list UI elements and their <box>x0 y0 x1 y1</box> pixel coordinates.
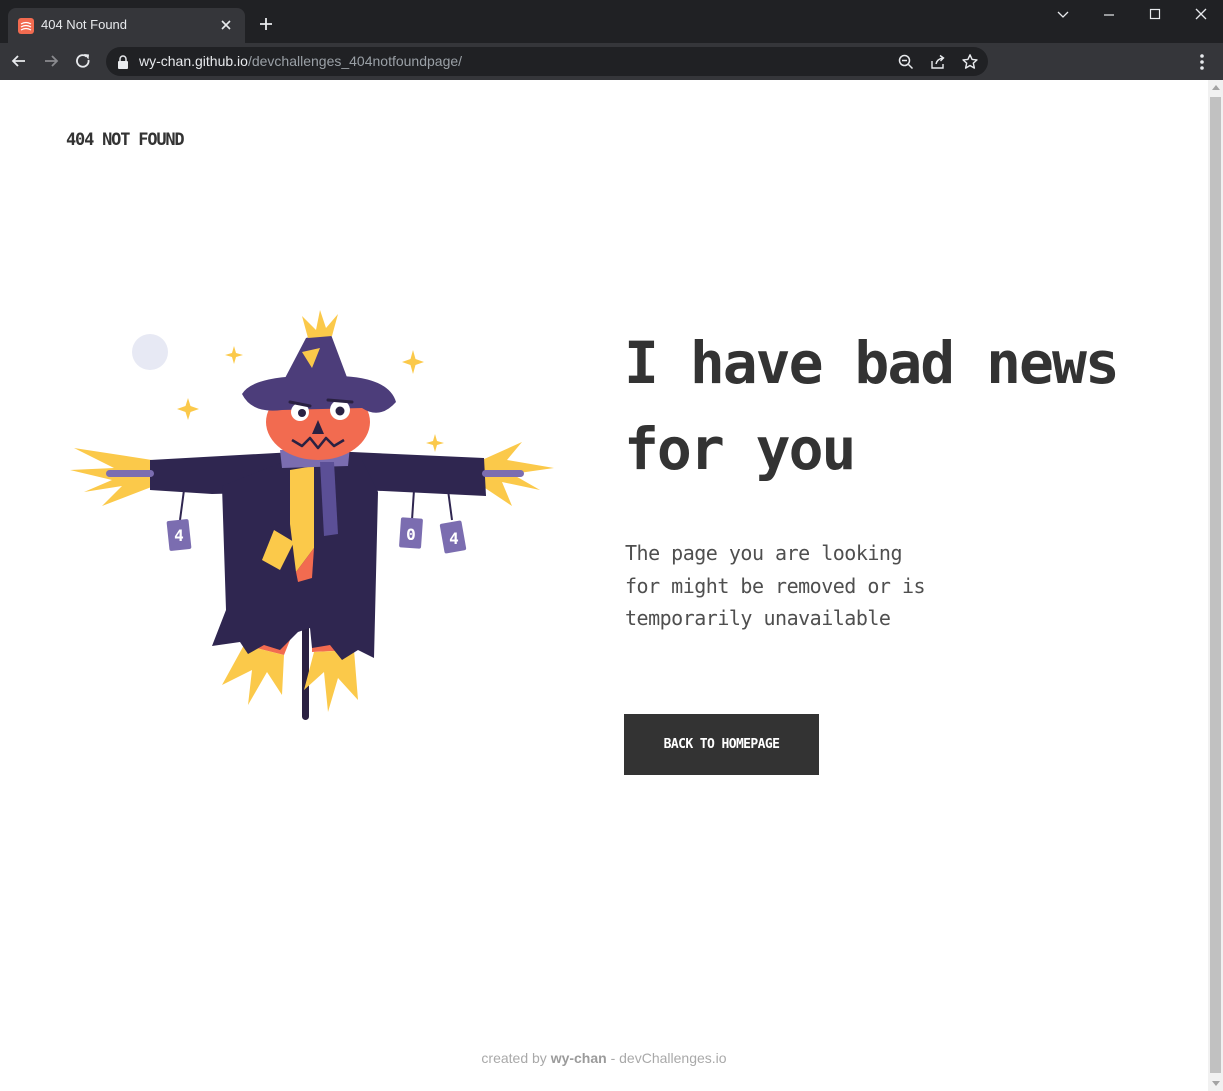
footer-prefix: created by <box>481 1050 547 1066</box>
close-window-button[interactable] <box>1178 0 1223 30</box>
tag-3: 4 <box>439 520 467 554</box>
share-icon[interactable] <box>929 53 947 71</box>
vertical-scrollbar[interactable] <box>1208 80 1223 1091</box>
minimize-button[interactable] <box>1086 0 1132 30</box>
page-title: I have bad news for you <box>624 320 1184 492</box>
address-bar[interactable]: wy-chan.github.io/devchallenges_404notfo… <box>106 47 988 76</box>
footer-suffix[interactable]: - devChallenges.io <box>611 1050 727 1066</box>
bookmark-star-icon[interactable] <box>961 53 979 71</box>
reload-icon[interactable] <box>73 51 93 71</box>
scarecrow-illustration: 4 0 4 <box>70 310 554 720</box>
lock-icon[interactable] <box>117 55 129 69</box>
browser-titlebar: 404 Not Found <box>0 0 1223 43</box>
scroll-down-arrow-icon[interactable] <box>1212 1081 1220 1086</box>
tag-1-label: 4 <box>174 526 184 545</box>
scroll-up-arrow-icon[interactable] <box>1212 85 1220 90</box>
description-line-3: temporarily unavailable <box>625 606 891 630</box>
tab-search-button[interactable] <box>1040 0 1086 30</box>
tag-2-label: 0 <box>406 525 416 544</box>
footer-author-link[interactable]: wy-chan <box>551 1050 607 1066</box>
chevron-down-icon <box>1057 11 1069 18</box>
tag-1: 4 <box>166 519 192 551</box>
tag-3-label: 4 <box>449 529 459 548</box>
tab-title: 404 Not Found <box>41 17 128 32</box>
browser-tab[interactable]: 404 Not Found <box>8 8 245 43</box>
zoom-icon[interactable] <box>897 53 915 71</box>
headline-line-2: for you <box>624 415 856 483</box>
error-description: The page you are looking for might be re… <box>625 537 965 635</box>
page-viewport: 404 NOT FOUND 4 0 4 I have bad news for … <box>0 80 1208 1091</box>
footer-credit: created by wy-chan - devChallenges.io <box>0 1050 1208 1066</box>
back-to-homepage-button[interactable]: BACK TO HOMEPAGE <box>624 714 819 775</box>
maximize-icon <box>1149 8 1161 20</box>
close-icon <box>1195 8 1207 20</box>
url-text[interactable]: wy-chan.github.io/devchallenges_404notfo… <box>139 53 462 69</box>
maximize-button[interactable] <box>1132 0 1178 30</box>
description-line-1: The page you are looking <box>625 541 902 565</box>
forward-arrow-icon[interactable] <box>41 51 61 71</box>
minimize-icon <box>1104 14 1114 16</box>
new-tab-icon[interactable] <box>257 15 275 33</box>
headline-line-1: I have bad news <box>624 329 1120 397</box>
tag-2: 0 <box>399 517 423 549</box>
url-path: /devchallenges_404notfoundpage/ <box>247 53 463 69</box>
favicon-icon <box>18 18 34 34</box>
url-host: wy-chan.github.io <box>139 53 248 69</box>
moon-icon <box>132 334 168 370</box>
site-logo[interactable]: 404 NOT FOUND <box>66 130 185 150</box>
scroll-thumb[interactable] <box>1210 97 1221 1073</box>
back-arrow-icon[interactable] <box>9 51 29 71</box>
description-line-2: for might be removed or is <box>625 573 926 598</box>
browser-toolbar: wy-chan.github.io/devchallenges_404notfo… <box>0 43 1223 80</box>
more-menu-icon[interactable] <box>1192 52 1212 72</box>
close-tab-icon[interactable] <box>218 17 234 33</box>
